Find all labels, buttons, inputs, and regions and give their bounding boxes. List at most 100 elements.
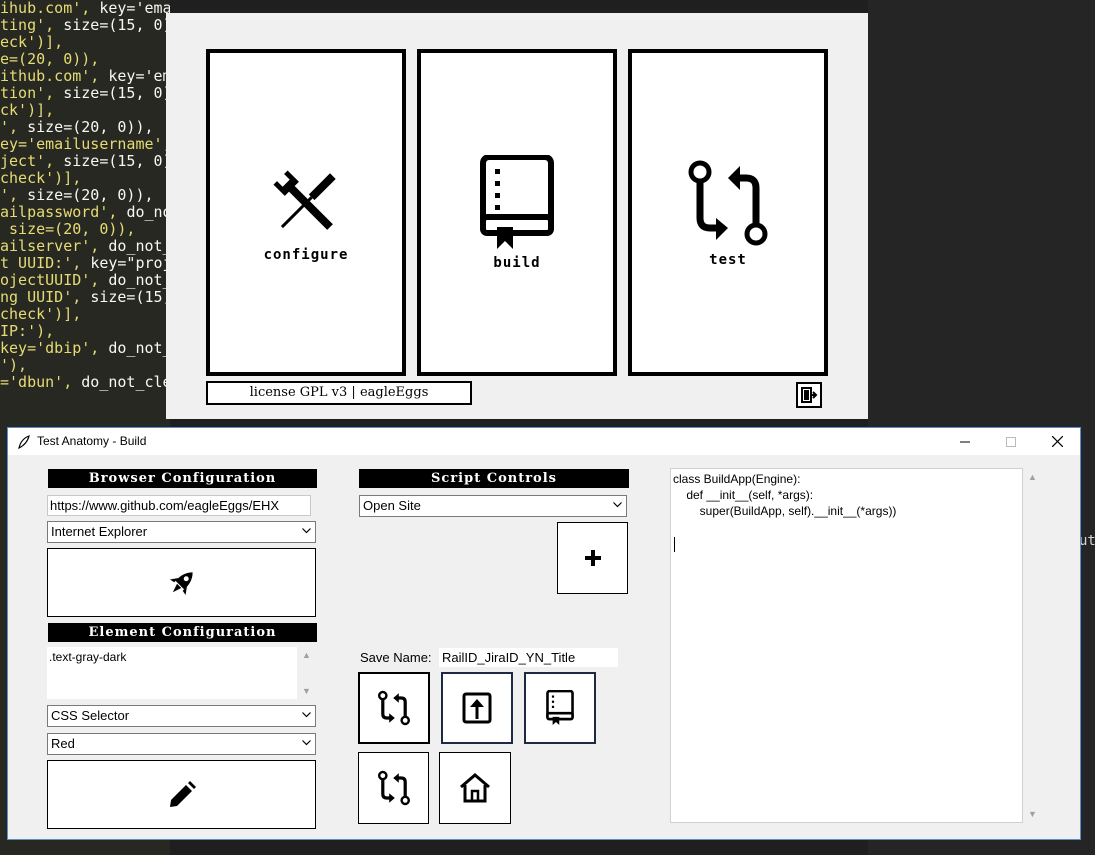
- book-icon: [480, 154, 554, 249]
- code-line: ojectUUID', do_not_: [0, 272, 170, 289]
- selector-text: .text-gray-dark: [49, 650, 127, 664]
- code-string: size=(20, 0)),: [0, 220, 136, 238]
- selector-text-area[interactable]: .text-gray-dark: [47, 647, 297, 699]
- close-button[interactable]: [1034, 428, 1080, 455]
- code-string: ',: [0, 186, 28, 204]
- home-button[interactable]: [439, 752, 511, 824]
- code-string: ',: [0, 118, 28, 136]
- selector-type-select[interactable]: CSS Selector: [47, 705, 316, 727]
- save-name-input[interactable]: RailID_JiraID_YN_Title: [439, 648, 618, 667]
- browser-select[interactable]: Internet Explorer: [47, 521, 316, 543]
- code-line: key='dbip', do_not_: [0, 340, 170, 357]
- build-window: Test Anatomy - Build Browser Configurati…: [7, 427, 1081, 840]
- chevron-down-icon: [613, 502, 622, 508]
- code-keyword: size=(15, 0): [63, 16, 170, 34]
- code-line: ='dbun', do_not_clear=True): [0, 374, 170, 391]
- selector-scrollbar[interactable]: ▲ ▼: [298, 647, 314, 699]
- code-keyword: key="proj: [90, 254, 170, 272]
- code-string: ailpassword',: [0, 203, 127, 221]
- code-string: ailserver',: [0, 237, 109, 255]
- maximize-icon: [1006, 436, 1016, 447]
- code-line-2: def __init__(self, *args):: [673, 488, 814, 502]
- code-string: ojectUUID',: [0, 271, 109, 289]
- code-string: ithub.com',: [0, 67, 109, 85]
- compare-button[interactable]: [358, 672, 430, 744]
- code-line: IP:'),: [0, 323, 170, 340]
- upload-button[interactable]: [441, 672, 513, 744]
- code-line: tion', size=(15, 0): [0, 85, 170, 102]
- chevron-down-icon: [302, 528, 311, 534]
- upload-icon: [462, 692, 492, 724]
- minimize-button[interactable]: [942, 428, 988, 455]
- code-line-1: class BuildApp(Engine):: [673, 472, 801, 486]
- code-line: ck')],: [0, 102, 170, 119]
- code-string: ject',: [0, 152, 64, 170]
- code-line: ting', size=(15, 0): [0, 17, 170, 34]
- highlight-color-value: Red: [51, 736, 75, 751]
- element-config-header: Element Configuration: [48, 623, 317, 642]
- code-line: ailpassword', do_no: [0, 204, 170, 221]
- code-keyword: key='emailfrom', do_not_clear=True): [99, 0, 170, 17]
- minimize-icon: [960, 441, 970, 442]
- code-line: eck')],: [0, 34, 170, 51]
- scroll-down-icon[interactable]: ▼: [302, 686, 311, 696]
- code-editor[interactable]: class BuildApp(Engine): def __init__(sel…: [670, 468, 1023, 823]
- code-string: ='dbun',: [0, 373, 82, 391]
- edit-element-button[interactable]: [47, 760, 316, 829]
- code-keyword: do_not_: [108, 271, 170, 289]
- background-code-fragment: ut: [1079, 533, 1095, 549]
- code-line: ', size=(20, 0)),: [0, 187, 170, 204]
- code-keyword: do_not_: [108, 237, 170, 255]
- scroll-up-icon[interactable]: ▲: [1028, 472, 1037, 482]
- run-test-button[interactable]: [358, 752, 429, 824]
- configure-card[interactable]: configure: [206, 49, 406, 376]
- code-keyword: size=(15,: [90, 288, 170, 306]
- build-card[interactable]: build: [417, 49, 617, 376]
- code-string: eck')],: [0, 33, 64, 51]
- code-line: '),: [0, 357, 170, 374]
- exit-button[interactable]: [796, 382, 822, 408]
- code-keyword: do_not_clear=True): [81, 373, 170, 391]
- code-string: e=(20, 0)),: [0, 50, 100, 68]
- code-string: ey='emailusername',: [0, 135, 170, 153]
- chevron-down-icon: [302, 712, 311, 718]
- add-step-button[interactable]: [557, 522, 628, 594]
- highlight-color-select[interactable]: Red: [47, 733, 316, 755]
- code-scrollbar[interactable]: ▲ ▼: [1024, 468, 1040, 823]
- git-compare-icon: [688, 160, 768, 245]
- code-line: check')],: [0, 170, 170, 187]
- code-line-3: super(BuildApp, self).__init__(*args)): [673, 504, 897, 518]
- code-line: check')],: [0, 306, 170, 323]
- scroll-up-icon[interactable]: ▲: [302, 650, 311, 660]
- test-card[interactable]: test: [628, 49, 828, 376]
- action-select[interactable]: Open Site: [359, 495, 627, 517]
- build-label: build: [493, 254, 541, 271]
- code-string: check')],: [0, 305, 82, 323]
- test-label: test: [709, 251, 747, 268]
- url-input[interactable]: https://www.github.com/eagleEggs/EHX: [47, 495, 311, 516]
- license-label: license GPL v3 | eagleEggs: [206, 381, 472, 405]
- code-string: t UUID:',: [0, 254, 91, 272]
- scroll-down-icon[interactable]: ▼: [1028, 809, 1037, 819]
- selector-type-value: CSS Selector: [51, 708, 130, 723]
- feather-icon: [18, 435, 30, 449]
- window-title: Test Anatomy - Build: [37, 434, 147, 448]
- code-string: key='dbip',: [0, 339, 109, 357]
- save-name-label: Save Name:: [360, 650, 432, 665]
- configure-label: configure: [263, 246, 349, 263]
- maximize-button[interactable]: [988, 428, 1034, 455]
- landing-window: configure build test license GPL v3 | ea…: [166, 13, 868, 419]
- launch-button[interactable]: [47, 548, 316, 617]
- code-line: ject', size=(15, 0): [0, 153, 170, 170]
- browser-config-header: Browser Configuration: [48, 469, 317, 488]
- rocket-icon: [169, 571, 193, 595]
- browser-select-value: Internet Explorer: [51, 524, 148, 539]
- pencil-icon: [169, 780, 196, 807]
- code-string: IP:'),: [0, 322, 55, 340]
- wrench-screwdriver-icon: [273, 169, 336, 230]
- book-icon: [546, 690, 574, 725]
- code-line: ailserver', do_not_: [0, 238, 170, 255]
- build-script-button[interactable]: [524, 672, 596, 744]
- title-bar: Test Anatomy - Build: [8, 428, 1080, 455]
- exit-door-icon: [801, 387, 818, 403]
